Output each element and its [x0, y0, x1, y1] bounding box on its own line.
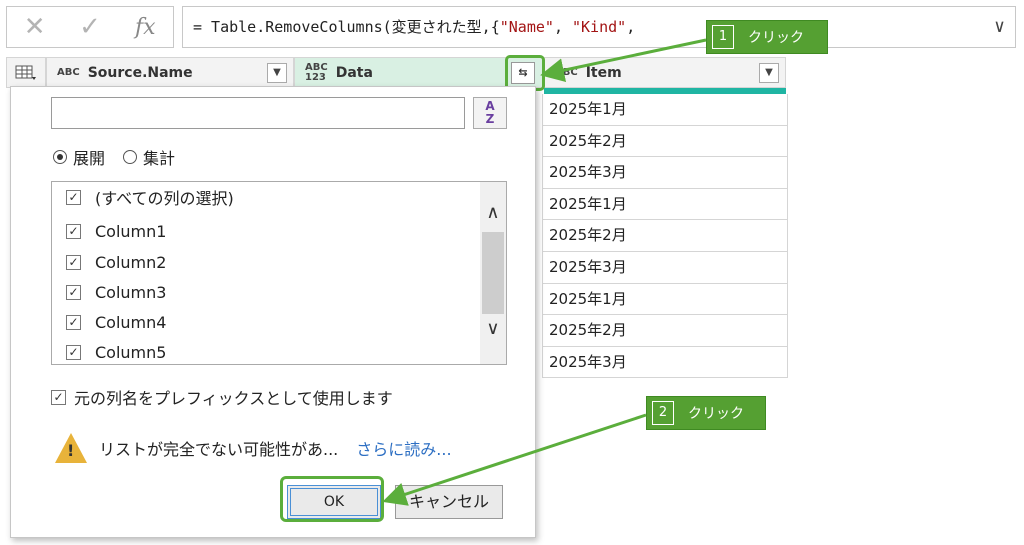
- use-prefix-option[interactable]: ✓ 元の列名をプレフィックスとして使用します: [51, 385, 393, 409]
- table-row[interactable]: 2025年1月: [542, 283, 788, 316]
- list-item-select-all[interactable]: ✓ (すべての列の選択): [66, 185, 234, 209]
- formula-string: "Name": [499, 18, 554, 36]
- filter-dropdown-icon[interactable]: ▼: [759, 63, 779, 83]
- list-item[interactable]: ✓ Column4: [66, 310, 166, 334]
- formula-text: ,: [553, 18, 572, 36]
- table-row[interactable]: 2025年2月: [542, 125, 788, 158]
- formula-input[interactable]: = Table.RemoveColumns(変更された型,{"Name", "K…: [182, 6, 1016, 48]
- checkbox-checked-icon[interactable]: ✓: [51, 389, 66, 405]
- formula-text: ,: [626, 18, 636, 36]
- load-more-link[interactable]: さらに読み...: [356, 436, 451, 460]
- callout-number: 2: [652, 401, 674, 425]
- ok-highlight: [280, 476, 384, 522]
- cancel-button[interactable]: キャンセル: [395, 485, 503, 519]
- radio-aggregate[interactable]: 集計: [123, 145, 175, 169]
- sort-az-button[interactable]: AZ: [473, 97, 507, 129]
- table-row[interactable]: 2025年3月: [542, 346, 788, 379]
- type-icon-top: ABC: [305, 61, 328, 73]
- text-type-icon: ABC: [555, 66, 578, 78]
- scroll-down-icon[interactable]: ∨: [480, 314, 506, 344]
- formula-text: = Table.RemoveColumns(変更された型,{: [193, 18, 500, 36]
- radio-unselected-icon: [123, 150, 138, 164]
- radio-expand[interactable]: 展開: [53, 145, 105, 169]
- column-name: Item: [585, 64, 622, 81]
- table-row[interactable]: 2025年2月: [542, 315, 788, 347]
- checkbox-checked-icon[interactable]: ✓: [66, 189, 81, 205]
- use-prefix-label: 元の列名をプレフィックスとして使用します: [74, 389, 393, 408]
- warning-icon: !: [55, 433, 87, 463]
- formula-bar-buttons: ✕ ✓ fx: [6, 6, 174, 48]
- chevron-down-icon[interactable]: ∨: [994, 7, 1005, 47]
- column-list: ✓ (すべての列の選択) ✓ Column1 ✓ Column2 ✓ Column3 ✓…: [51, 181, 507, 365]
- table-row[interactable]: 2025年2月: [542, 220, 788, 252]
- list-item-label: Column4: [95, 312, 167, 332]
- checkbox-checked-icon[interactable]: ✓: [66, 344, 81, 360]
- checkbox-checked-icon[interactable]: ✓: [66, 314, 81, 330]
- column-name: Source.Name: [87, 64, 193, 81]
- list-item-label: Column1: [95, 221, 167, 241]
- list-item-label: (すべての列の選択): [95, 189, 234, 208]
- radio-label: 展開: [73, 149, 106, 168]
- scroll-up-icon[interactable]: ∧: [480, 198, 506, 228]
- list-item-label: Column3: [95, 282, 167, 302]
- list-item[interactable]: ✓ Column2: [66, 250, 166, 274]
- checkbox-checked-icon[interactable]: ✓: [66, 254, 81, 270]
- list-item[interactable]: ✓ Column3: [66, 280, 166, 304]
- expand-panel: AZ 展開 集計 ✓ (すべての列の選択) ✓ Column1 ✓ Column2 ✓…: [10, 86, 536, 538]
- table-row[interactable]: 2025年3月: [542, 157, 788, 189]
- list-item[interactable]: ✓ Column5: [66, 340, 166, 364]
- item-rows: 2025年1月 2025年2月 2025年3月 2025年1月 2025年2月 …: [542, 94, 788, 379]
- list-item-label: Column2: [95, 252, 167, 272]
- table-row[interactable]: 2025年1月: [542, 188, 788, 221]
- list-item[interactable]: ✓ Column1: [66, 219, 166, 243]
- sort-az-icon: AZ: [485, 99, 495, 126]
- column-header-item[interactable]: ABC Item ▼: [544, 57, 786, 88]
- radio-label: 集計: [143, 149, 176, 168]
- incomplete-list-warning: ! リストが完全でない可能性があ... さらに読み...: [55, 433, 452, 463]
- callout-text: クリック: [748, 30, 804, 46]
- callout-text: クリック: [688, 406, 744, 422]
- checkbox-checked-icon[interactable]: ✓: [66, 284, 81, 300]
- column-header-source-name[interactable]: ABC Source.Name ▼: [46, 57, 294, 88]
- callout-number: 1: [712, 25, 734, 49]
- callout-1: 1 クリック: [706, 20, 828, 54]
- type-icon-bottom: 123: [305, 71, 326, 83]
- radio-selected-icon: [53, 150, 67, 164]
- list-scrollbar[interactable]: ∧ ∨: [480, 182, 506, 364]
- check-icon[interactable]: ✓: [62, 12, 117, 42]
- any-type-icon: ABC 123: [305, 61, 328, 83]
- table-row[interactable]: 2025年1月: [542, 94, 788, 126]
- table-icon-header[interactable]: [6, 57, 46, 88]
- column-name: Data: [335, 64, 373, 81]
- table-row[interactable]: 2025年3月: [542, 251, 788, 284]
- formula-string: "Kind": [572, 18, 627, 36]
- callout-2: 2 クリック: [646, 396, 766, 430]
- list-item-label: Column5: [95, 342, 167, 362]
- warning-text: リストが完全でない可能性があ...: [99, 440, 339, 459]
- table-icon: [15, 65, 36, 80]
- expand-mode-radios: 展開 集計: [53, 145, 175, 169]
- fx-icon[interactable]: fx: [118, 15, 173, 40]
- close-icon[interactable]: ✕: [7, 12, 62, 42]
- checkbox-checked-icon[interactable]: ✓: [66, 223, 81, 239]
- filter-dropdown-icon[interactable]: ▼: [267, 63, 287, 83]
- search-input[interactable]: [51, 97, 465, 129]
- scroll-thumb[interactable]: [482, 232, 504, 314]
- text-type-icon: ABC: [57, 66, 80, 78]
